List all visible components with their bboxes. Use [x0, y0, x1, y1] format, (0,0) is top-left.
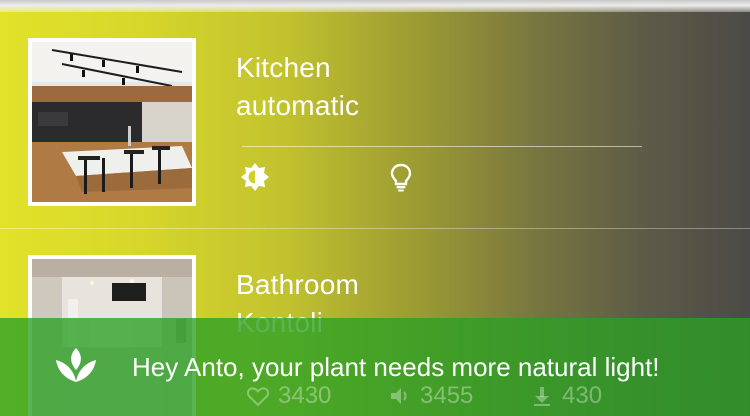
speaker-icon [391, 388, 407, 404]
plays-stat: 3455 [388, 378, 473, 414]
brightness-icon[interactable] [240, 162, 270, 192]
notification-banner[interactable]: 3430 3455 430 Hey Anto, your plant needs… [0, 318, 750, 416]
download-icon [534, 387, 550, 406]
downloads-stat: 430 [530, 378, 602, 414]
room-title: Bathroom [236, 269, 359, 300]
heart-icon [246, 387, 270, 407]
bathroom-stats-row: 3430 3455 430 [0, 378, 750, 416]
card-divider [242, 146, 642, 147]
lightbulb-icon[interactable] [386, 162, 416, 192]
likes-count: 3430 [278, 382, 332, 409]
room-list-screen: Kitchen automatic Bathroom 3430 3455 430… [0, 0, 750, 416]
notification-message: Hey Anto, your plant needs more natural … [132, 352, 660, 382]
likes-stat: 3430 [246, 378, 331, 414]
top-shadow [0, 0, 750, 12]
room-mode: automatic [236, 90, 360, 121]
room-title: Kitchen [236, 52, 331, 83]
plant-leaves-icon [54, 346, 98, 386]
downloads-count: 430 [562, 382, 603, 409]
room-card-kitchen[interactable]: Kitchen automatic [0, 12, 750, 229]
plays-count: 3455 [420, 382, 474, 409]
room-photo-kitchen[interactable] [28, 38, 196, 206]
kitchen-photo-image [32, 42, 192, 202]
